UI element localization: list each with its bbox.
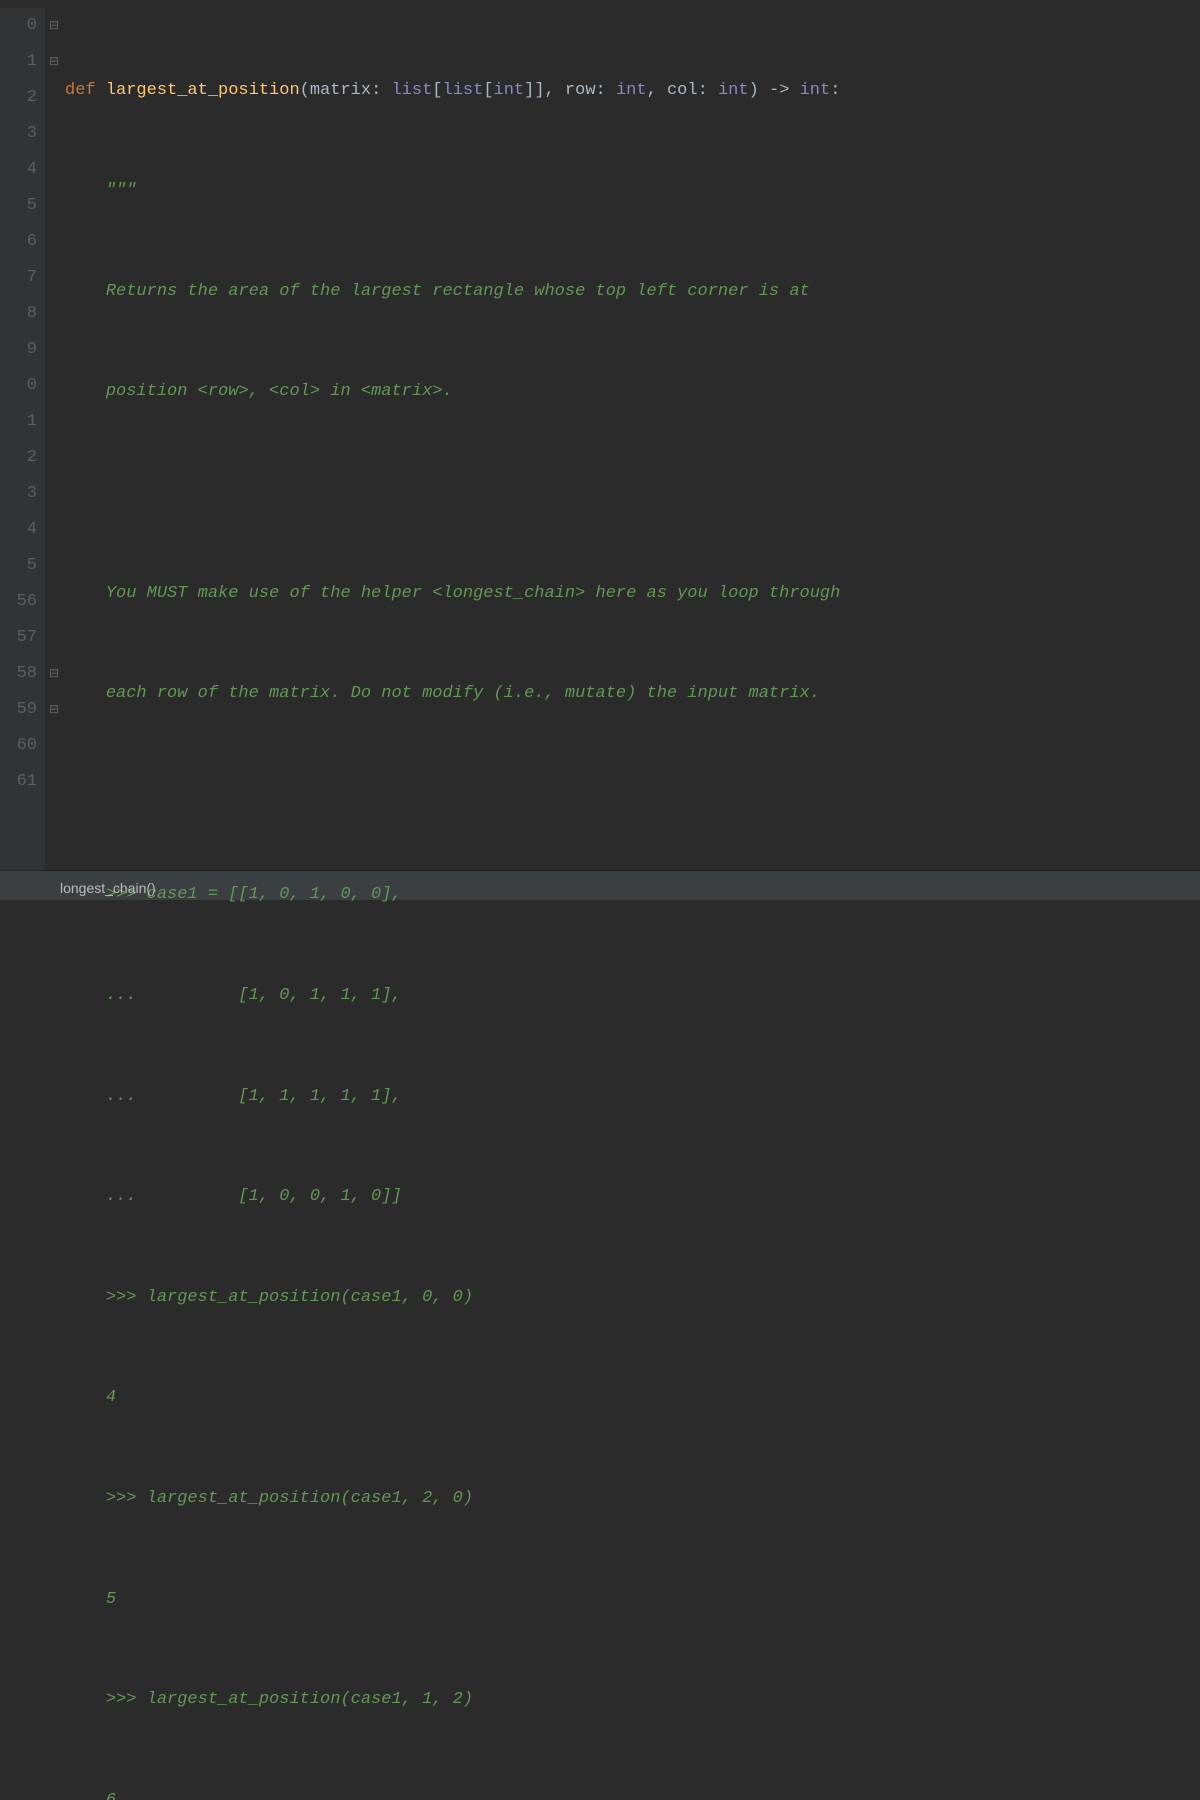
line-number: 5 (0, 188, 37, 224)
code-line[interactable]: ... [1, 0, 1, 1, 1], (65, 978, 1200, 1014)
line-number: 5 (0, 548, 37, 584)
code-line[interactable]: >>> largest_at_position(case1, 2, 0) (65, 1481, 1200, 1517)
code-area[interactable]: def largest_at_position(matrix: list[lis… (63, 8, 1200, 870)
line-number: 4 (0, 512, 37, 548)
line-number: 8 (0, 296, 37, 332)
code-line[interactable] (65, 777, 1200, 813)
code-line[interactable]: You MUST make use of the helper <longest… (65, 576, 1200, 612)
line-number: 9 (0, 332, 37, 368)
line-number: 59 (0, 692, 37, 728)
line-number: 1 (0, 44, 37, 80)
line-number: 2 (0, 80, 37, 116)
line-number: 1 (0, 404, 37, 440)
line-number: 0 (0, 368, 37, 404)
line-number: 4 (0, 152, 37, 188)
line-number: 7 (0, 260, 37, 296)
line-number: 3 (0, 476, 37, 512)
fold-toggle-icon[interactable]: ⊟ (45, 692, 63, 728)
code-line[interactable]: 5 (65, 1582, 1200, 1618)
fold-toggle-icon[interactable]: ⊟ (45, 44, 63, 80)
line-number: 0 (0, 8, 37, 44)
line-number: 60 (0, 728, 37, 764)
breadcrumb-function[interactable]: longest_chain() (60, 880, 156, 896)
code-line[interactable]: ... [1, 0, 0, 1, 0]] (65, 1179, 1200, 1215)
fold-toggle-icon[interactable]: ⊟ (45, 8, 63, 44)
code-line[interactable]: >>> largest_at_position(case1, 1, 2) (65, 1682, 1200, 1718)
code-line[interactable]: ... [1, 1, 1, 1, 1], (65, 1079, 1200, 1115)
fold-column: ⊟ ⊟ ⊟ ⊟ (45, 8, 63, 870)
line-number-gutter: 0 1 2 3 4 5 6 7 8 9 0 1 2 3 4 5 56 57 58… (0, 8, 45, 870)
line-number: 57 (0, 620, 37, 656)
code-line[interactable]: def largest_at_position(matrix: list[lis… (65, 73, 1200, 109)
code-line[interactable]: 4 (65, 1380, 1200, 1416)
code-line[interactable]: Returns the area of the largest rectangl… (65, 274, 1200, 310)
line-number: 56 (0, 584, 37, 620)
line-number: 58 (0, 656, 37, 692)
line-number: 6 (0, 224, 37, 260)
fold-toggle-icon[interactable]: ⊟ (45, 656, 63, 692)
line-number: 3 (0, 116, 37, 152)
line-number: 2 (0, 440, 37, 476)
code-editor[interactable]: 0 1 2 3 4 5 6 7 8 9 0 1 2 3 4 5 56 57 58… (0, 0, 1200, 870)
code-line[interactable]: """ (65, 173, 1200, 209)
code-line[interactable]: position <row>, <col> in <matrix>. (65, 374, 1200, 410)
code-line[interactable]: 6 (65, 1783, 1200, 1800)
code-line[interactable]: >>> case1 = [[1, 0, 1, 0, 0], (65, 877, 1200, 913)
code-line[interactable]: each row of the matrix. Do not modify (i… (65, 676, 1200, 712)
code-line[interactable] (65, 475, 1200, 511)
code-line[interactable]: >>> largest_at_position(case1, 0, 0) (65, 1280, 1200, 1316)
line-number: 61 (0, 764, 37, 800)
